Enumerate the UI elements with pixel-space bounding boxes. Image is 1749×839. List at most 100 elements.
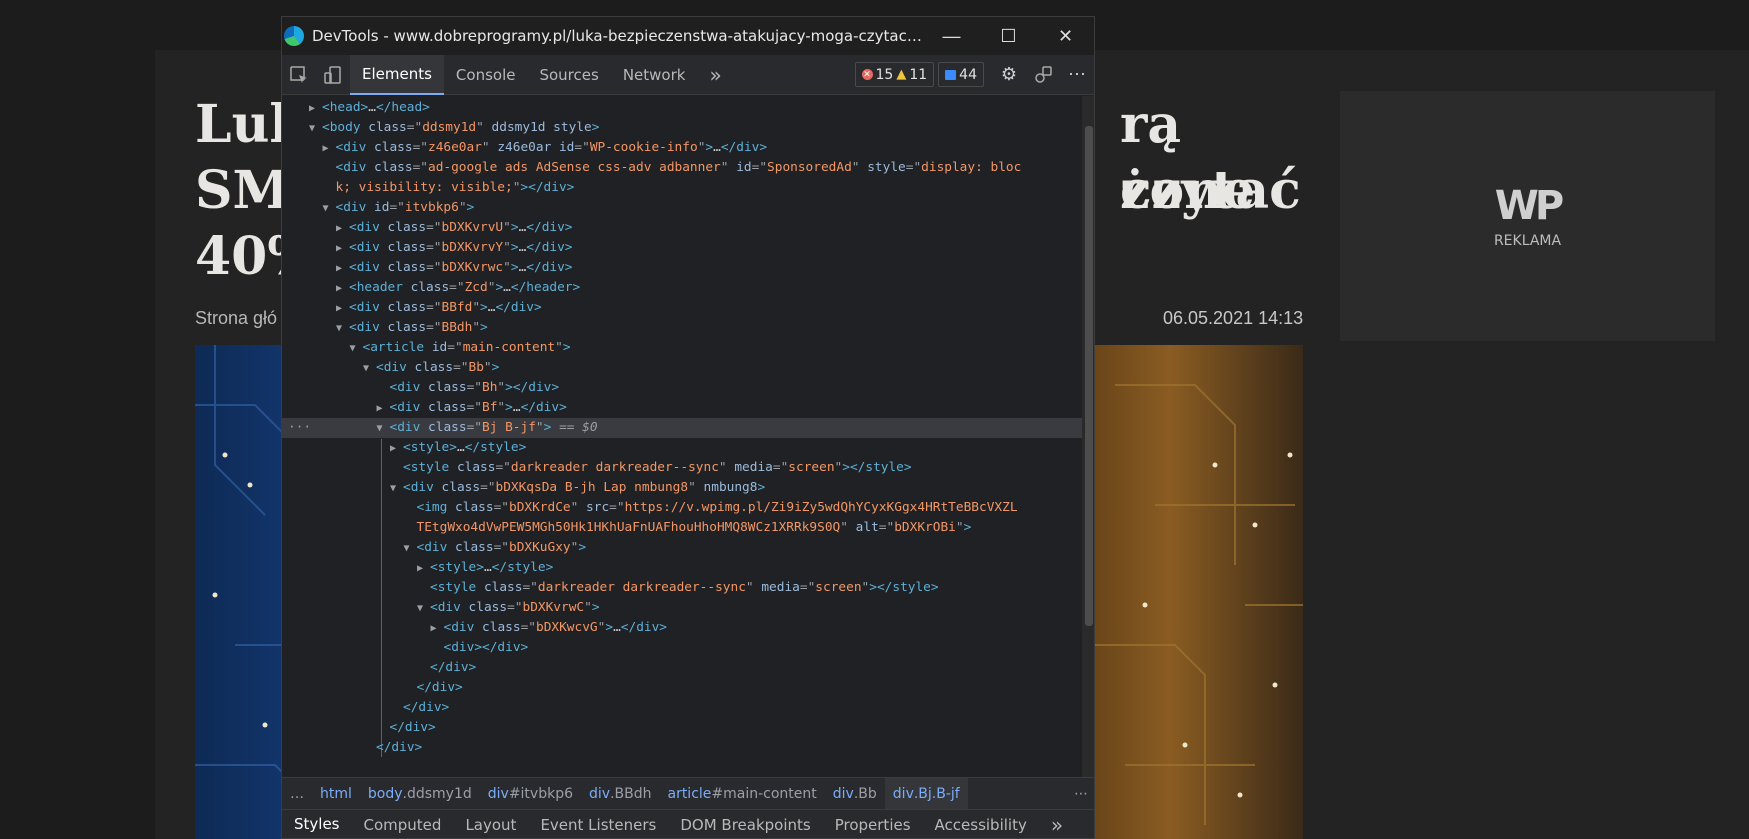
tab-event-listeners[interactable]: Event Listeners — [528, 810, 668, 839]
dom-node[interactable]: <style class="darkreader darkreader--syn… — [417, 578, 939, 598]
dom-node[interactable]: </div> — [417, 658, 476, 678]
minimize-button[interactable]: — — [923, 17, 980, 55]
dom-node[interactable]: </div> — [363, 738, 422, 758]
more-panels-icon[interactable]: » — [1039, 810, 1075, 839]
breadcrumb-item[interactable]: div .BBdh — [581, 778, 659, 810]
more-options-icon[interactable]: ⋯ — [1060, 55, 1094, 95]
collapse-caret-icon[interactable]: ▼ — [323, 199, 336, 219]
breadcrumb-item[interactable]: div .Bb — [825, 778, 885, 810]
expand-caret-icon[interactable]: ▶ — [336, 259, 349, 279]
collapse-caret-icon[interactable]: ▼ — [390, 479, 403, 499]
dom-node[interactable]: ▼ <div id="itvbkp6"> — [323, 198, 475, 218]
expand-caret-icon[interactable]: ▶ — [417, 559, 430, 579]
dom-tree[interactable]: ▶ <head>…</head> ▼ <body class="ddsmy1d" dd… — [282, 96, 1082, 777]
tab-dom-breakpoints[interactable]: DOM Breakpoints — [668, 810, 822, 839]
settings-gear-icon[interactable]: ⚙ — [992, 55, 1026, 95]
dom-node[interactable]: ▼ <div class="bDXKuGxy"> — [404, 538, 587, 558]
dom-node[interactable]: ▶ <div class="bDXKwcvG">…</div> — [431, 618, 668, 638]
dom-node[interactable]: <div class="Bh"></div> — [377, 378, 560, 398]
tab-network[interactable]: Network — [611, 55, 698, 95]
tab-console[interactable]: Console — [444, 55, 528, 95]
scrollbar-thumb[interactable] — [1085, 126, 1093, 626]
tab-sources[interactable]: Sources — [527, 55, 610, 95]
collapse-caret-icon[interactable]: ▼ — [417, 599, 430, 619]
collapse-caret-icon[interactable]: ▼ — [404, 539, 417, 559]
dom-node[interactable]: ▼ <div class="Bb"> — [363, 358, 499, 378]
dom-node[interactable]: </div> — [404, 678, 463, 698]
dom-node[interactable]: </div> — [390, 698, 449, 718]
dom-node[interactable]: ▶ <head>…</head> — [309, 98, 430, 118]
token-tg: <div — [416, 540, 456, 555]
token-eq: =" — [609, 500, 625, 515]
collapse-caret-icon[interactable]: ▼ — [350, 339, 363, 359]
dom-node[interactable]: <div></div> — [431, 638, 529, 658]
breadcrumb-item[interactable]: div .Bj.B-jf — [884, 777, 968, 810]
expand-caret-icon[interactable]: ▶ — [431, 619, 444, 639]
dom-node[interactable]: ▶ <div class="bDXKvrwc">…</div> — [336, 258, 573, 278]
more-tabs-icon[interactable]: » — [697, 55, 733, 95]
title-bar[interactable]: DevTools - www.dobreprogramy.pl/luka-bez… — [282, 17, 1094, 55]
expand-caret-icon[interactable]: ▶ — [336, 299, 349, 319]
dom-node[interactable]: ▶ <div class="bDXKvrvY">…</div> — [336, 238, 573, 258]
expand-caret-icon[interactable]: ▶ — [390, 439, 403, 459]
tab-layout[interactable]: Layout — [453, 810, 528, 839]
breadcrumb-item[interactable]: html — [312, 778, 360, 810]
breadcrumb-item[interactable]: article #main-content — [659, 778, 824, 810]
dom-node[interactable]: ▶ <div class="Bf">…</div> — [377, 398, 567, 418]
dom-node-selected[interactable]: ··· ▼ <div class="Bj B-jf"> == $0 — [282, 418, 1082, 438]
dom-node[interactable]: ▶ <style>…</style> — [390, 438, 526, 458]
tab-properties[interactable]: Properties — [823, 810, 923, 839]
dom-node[interactable]: ▶ <div class="BBfd">…</div> — [336, 298, 542, 318]
tab-elements[interactable]: Elements — [350, 54, 444, 95]
node-actions-dots[interactable]: ··· — [288, 418, 311, 438]
expand-caret-icon[interactable]: ▶ — [377, 399, 390, 419]
advertisement[interactable]: WP REKLAMA — [1340, 91, 1715, 341]
dom-tree-scrollbar[interactable] — [1082, 96, 1094, 777]
token-tx: … — [368, 100, 376, 115]
dom-node[interactable]: <div class="ad-google ads AdSense css-ad… — [323, 158, 1022, 178]
expand-caret-icon[interactable]: ▶ — [309, 99, 322, 119]
collapse-caret-icon[interactable]: ▼ — [377, 419, 390, 439]
dom-node[interactable]: ▼ <div class="bDXKvrwC"> — [417, 598, 600, 618]
breadcrumb-item[interactable]: div #itvbkp6 — [480, 778, 581, 810]
expand-caret-icon[interactable]: ▶ — [336, 219, 349, 239]
dom-node[interactable]: ▼ <div class="BBdh"> — [336, 318, 488, 338]
breadcrumb-selector: #main-content — [711, 785, 817, 802]
messages-counter[interactable]: 44 — [938, 62, 984, 87]
dom-node[interactable]: ▶ <header class="Zcd">…</header> — [336, 278, 580, 298]
dom-node[interactable]: k; visibility: visible;"></div> — [323, 178, 575, 198]
expand-caret-icon[interactable]: ▶ — [336, 239, 349, 259]
token-tg: <div></div> — [443, 640, 529, 655]
collapse-caret-icon[interactable]: ▼ — [363, 359, 376, 379]
dom-node[interactable]: <img class="bDXKrdCe" src="https://v.wpi… — [404, 498, 1018, 518]
breadcrumb-byline[interactable]: Strona głó — [195, 308, 277, 329]
close-button[interactable]: ✕ — [1037, 17, 1094, 55]
dom-node[interactable]: ▶ <div class="bDXKvrvU">…</div> — [336, 218, 573, 238]
breadcrumb-ellipsis[interactable]: … — [282, 778, 312, 810]
tab-computed[interactable]: Computed — [352, 810, 454, 839]
breadcrumb-item[interactable]: body .ddsmy1d — [360, 778, 480, 810]
collapse-caret-icon[interactable]: ▼ — [336, 319, 349, 339]
expand-caret-icon[interactable]: ▶ — [336, 279, 349, 299]
dom-node[interactable]: ▶ <div class="z46e0ar" z46e0ar id="WP-coo… — [323, 138, 768, 158]
expand-caret-icon[interactable]: ▶ — [323, 139, 336, 159]
breadcrumb-more-icon[interactable]: ⋯ — [1066, 778, 1094, 810]
token-tg: > — [605, 620, 614, 635]
dom-node[interactable]: TEtgWxo4dVwPEW5MGh50Hk1HKhUaFnUAFhouHhoH… — [404, 518, 972, 538]
dom-node[interactable]: ▼ <div class="bDXKqsDa B-jh Lap nmbung8" … — [390, 478, 765, 498]
dom-node[interactable]: ▼ <article id="main-content"> — [350, 338, 571, 358]
maximize-button[interactable]: ☐ — [980, 17, 1037, 55]
inspect-element-icon[interactable] — [282, 55, 316, 95]
connect-device-icon[interactable] — [1026, 55, 1060, 95]
tab-styles[interactable]: Styles — [282, 810, 352, 839]
device-toolbar-icon[interactable] — [316, 55, 350, 95]
dom-node[interactable]: </div> — [377, 718, 436, 738]
token-tg: </div> — [526, 260, 573, 275]
token-tx: … — [503, 280, 511, 295]
error-warning-counter[interactable]: ✕ 15 ▲ 11 — [854, 62, 935, 87]
dom-node[interactable]: <style class="darkreader darkreader--syn… — [390, 458, 912, 478]
tab-accessibility[interactable]: Accessibility — [923, 810, 1039, 839]
dom-node[interactable]: ▼ <body class="ddsmy1d" ddsmy1d style> — [309, 118, 599, 138]
dom-node[interactable]: ▶ <style>…</style> — [417, 558, 553, 578]
collapse-caret-icon[interactable]: ▼ — [309, 119, 322, 139]
